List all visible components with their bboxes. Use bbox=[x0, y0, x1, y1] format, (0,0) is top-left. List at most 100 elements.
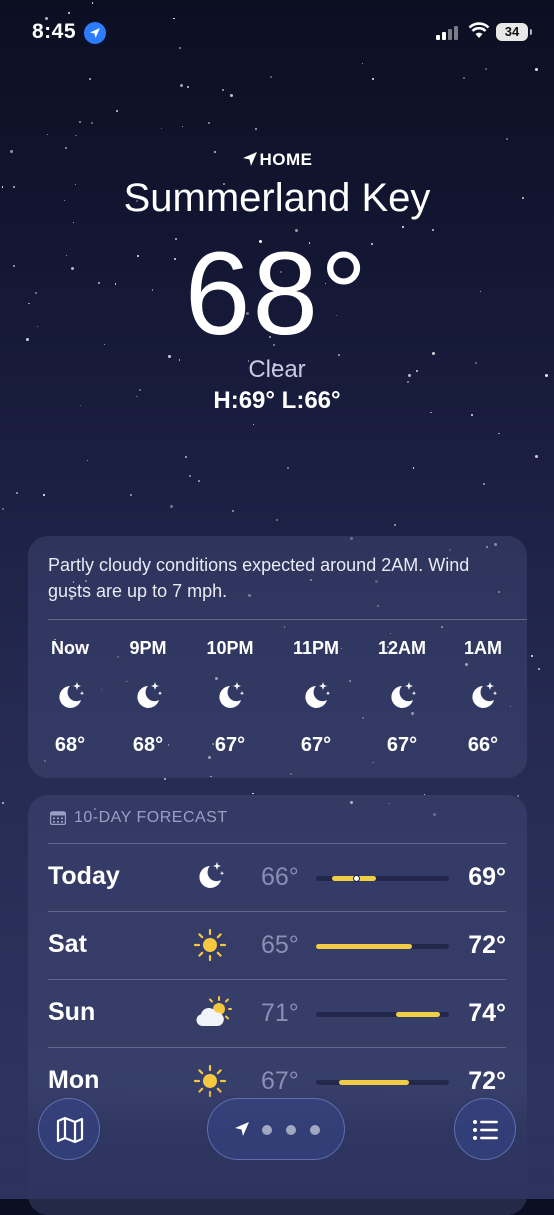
star bbox=[208, 121, 211, 124]
hour-label: 1AM bbox=[463, 638, 502, 658]
low-temp: 71° bbox=[261, 999, 299, 1027]
day-name: Sat bbox=[48, 930, 87, 958]
star bbox=[361, 62, 363, 65]
city-list-button[interactable] bbox=[454, 1098, 516, 1160]
high-low-temperature: H:69° L:66° bbox=[213, 387, 341, 414]
range-fill bbox=[395, 1012, 440, 1017]
star bbox=[535, 455, 538, 459]
star bbox=[115, 109, 118, 112]
current-temp-marker bbox=[352, 875, 360, 882]
home-label-text: HOME bbox=[259, 150, 313, 169]
star bbox=[2, 802, 5, 805]
hour-label: 12AM bbox=[377, 638, 426, 658]
star bbox=[91, 121, 94, 124]
location-arrow-icon bbox=[235, 1122, 249, 1136]
city-name: Summerland Key bbox=[123, 176, 431, 220]
star bbox=[275, 518, 278, 521]
sun-icon bbox=[193, 928, 233, 962]
star bbox=[498, 433, 500, 435]
hour-item: Now 68° bbox=[40, 638, 100, 757]
hour-item: 1AM 66° bbox=[453, 638, 513, 757]
wifi-icon bbox=[468, 22, 490, 45]
hour-item: 11PM 67° bbox=[286, 638, 346, 757]
star bbox=[253, 423, 255, 425]
star bbox=[186, 85, 189, 88]
star bbox=[254, 128, 257, 131]
hour-label: 10PM bbox=[206, 638, 254, 658]
star bbox=[160, 127, 162, 130]
star bbox=[184, 456, 187, 459]
star bbox=[46, 133, 49, 136]
hour-temp: 67° bbox=[386, 734, 418, 756]
location-arrow-icon bbox=[242, 152, 257, 166]
star bbox=[232, 510, 234, 512]
location-arrow-icon bbox=[84, 22, 106, 44]
high-temp: 69° bbox=[468, 863, 506, 891]
star bbox=[462, 77, 465, 80]
star bbox=[2, 508, 5, 511]
temperature-range-bar bbox=[316, 944, 449, 949]
moon-stars-icon bbox=[118, 680, 178, 712]
star bbox=[394, 524, 396, 526]
day-row[interactable]: Today 66° 69° bbox=[48, 843, 506, 912]
range-fill bbox=[316, 944, 412, 949]
high-temp: 72° bbox=[468, 931, 506, 959]
home-location-label: HOME bbox=[0, 150, 554, 170]
list-icon bbox=[473, 1120, 498, 1140]
star bbox=[88, 77, 91, 80]
calendar-icon bbox=[49, 811, 67, 826]
high-temp: 74° bbox=[468, 999, 506, 1027]
star bbox=[197, 480, 200, 483]
current-temperature: 68° bbox=[184, 228, 370, 360]
hour-temp: 67° bbox=[300, 734, 332, 756]
star bbox=[483, 483, 486, 486]
battery-indicator: 34 bbox=[496, 23, 532, 41]
map-icon bbox=[56, 1116, 84, 1144]
star bbox=[372, 78, 374, 80]
moon-stars-icon bbox=[193, 860, 233, 894]
star bbox=[181, 125, 184, 128]
page-dot[interactable] bbox=[262, 1125, 272, 1135]
moon-stars-icon bbox=[372, 680, 432, 712]
star bbox=[170, 504, 174, 508]
page-indicator[interactable] bbox=[207, 1098, 345, 1160]
star bbox=[270, 76, 272, 78]
partly-cloudy-icon bbox=[193, 996, 233, 1030]
cellular-signal-icon bbox=[436, 26, 462, 40]
hour-temp: 67° bbox=[214, 734, 246, 756]
star bbox=[16, 492, 19, 495]
star bbox=[180, 83, 184, 87]
page-dot[interactable] bbox=[310, 1125, 320, 1135]
forecast-title: 10-DAY FORECAST bbox=[74, 809, 228, 826]
hour-item: 9PM 68° bbox=[118, 638, 178, 757]
star bbox=[506, 137, 509, 140]
low-temp: 65° bbox=[261, 931, 299, 959]
hour-item: 10PM 67° bbox=[200, 638, 260, 757]
star bbox=[484, 67, 487, 70]
star bbox=[86, 459, 89, 461]
star bbox=[534, 68, 538, 72]
current-condition: Clear bbox=[248, 356, 306, 383]
moon-stars-icon bbox=[40, 680, 100, 712]
day-row[interactable]: Sat 65° 72° bbox=[48, 911, 506, 980]
temperature-range-bar bbox=[316, 1012, 449, 1017]
status-time: 8:45 bbox=[32, 20, 77, 43]
divider bbox=[48, 619, 527, 620]
page-dot[interactable] bbox=[286, 1125, 296, 1135]
star bbox=[287, 466, 290, 469]
star bbox=[43, 494, 45, 496]
star bbox=[72, 221, 74, 224]
star bbox=[79, 120, 82, 123]
star bbox=[537, 667, 540, 670]
map-button[interactable] bbox=[38, 1098, 100, 1160]
hour-label: 9PM bbox=[129, 638, 167, 658]
hourly-forecast-card[interactable]: Partly cloudy conditions expected around… bbox=[28, 536, 527, 778]
star bbox=[75, 134, 77, 137]
star bbox=[129, 494, 132, 497]
status-bar: 8:45 34 bbox=[0, 0, 554, 60]
hour-item: 12AM 67° bbox=[372, 638, 432, 757]
star bbox=[64, 146, 67, 149]
day-row[interactable]: Sun 71° 74° bbox=[48, 979, 506, 1048]
day-name: Sun bbox=[48, 998, 96, 1026]
moon-stars-icon bbox=[453, 680, 513, 712]
